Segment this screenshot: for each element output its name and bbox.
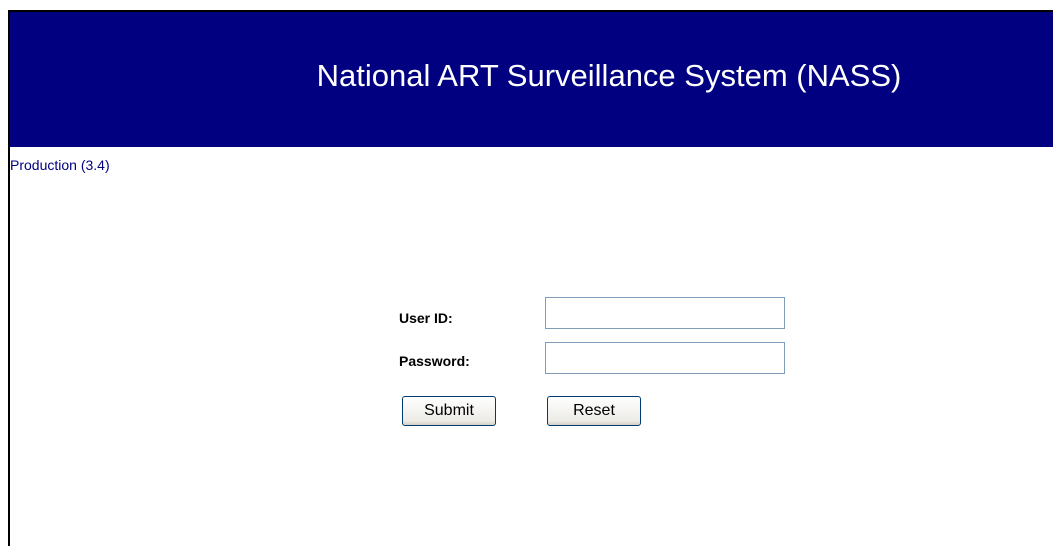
page-frame: National ART Surveillance System (NASS) … [8,10,1053,546]
app-title: National ART Surveillance System (NASS) [316,58,902,93]
submit-button[interactable]: Submit [402,396,496,426]
password-label: Password: [399,353,470,369]
environment-label: Production (3.4) [10,157,110,173]
reset-button[interactable]: Reset [547,396,641,426]
header-banner: National ART Surveillance System (NASS) [10,10,1053,147]
password-input[interactable] [545,342,785,374]
user-id-input[interactable] [545,297,785,329]
user-id-label: User ID: [399,310,453,326]
